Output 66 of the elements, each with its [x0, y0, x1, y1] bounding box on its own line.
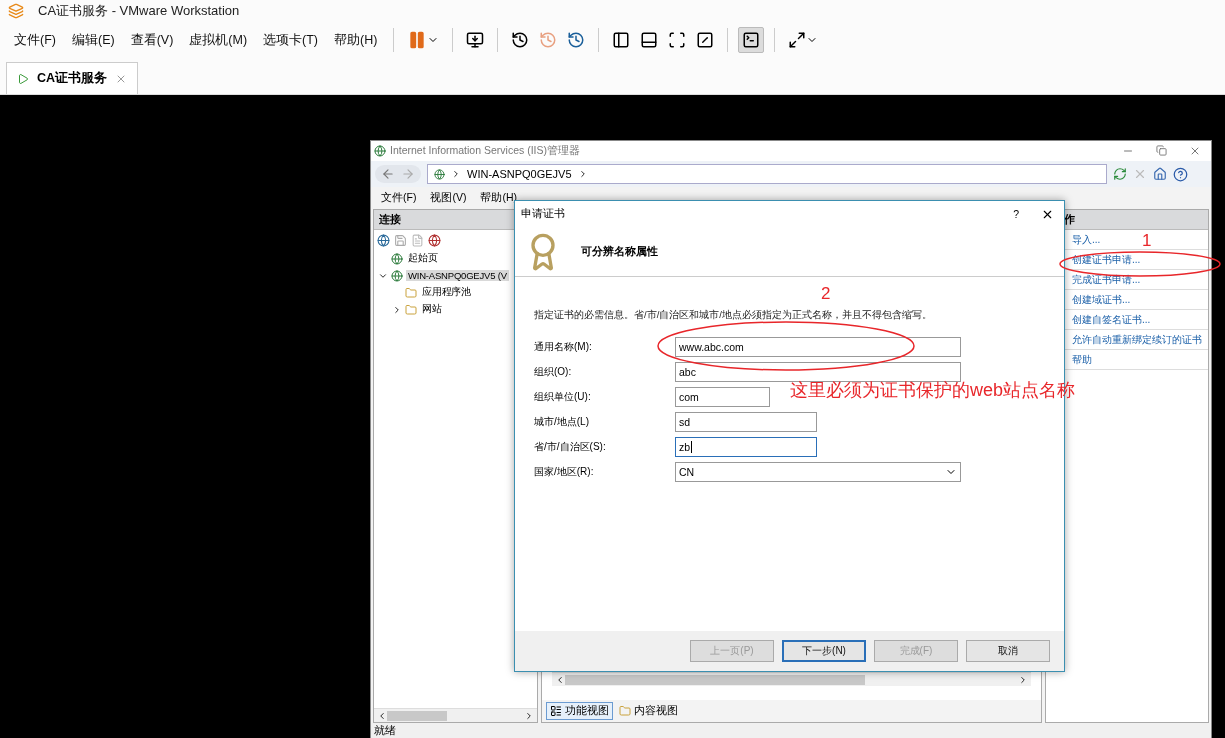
tree-item[interactable]: 起始页	[406, 252, 440, 265]
annotation-number: 1	[1142, 231, 1152, 251]
globe-icon	[391, 269, 403, 282]
menu-item[interactable]: 文件(F)	[8, 31, 62, 49]
input-field[interactable]: abc	[675, 361, 961, 382]
menu-item[interactable]: 虚拟机(M)	[183, 31, 254, 49]
globe-icon	[434, 168, 445, 180]
folder-icon	[405, 286, 417, 299]
restore-icon[interactable]	[1156, 145, 1167, 156]
input-field[interactable]: sd	[675, 411, 817, 432]
field-label: 通用名称(M):	[534, 339, 593, 354]
menu-item[interactable]: 查看(V)	[124, 31, 180, 49]
scroll-right-icon	[1018, 674, 1028, 685]
refresh-icon[interactable]	[1113, 167, 1127, 181]
menu-item[interactable]: 编辑(E)	[65, 31, 121, 49]
folder-icon	[619, 705, 631, 717]
connect-icon[interactable]	[377, 233, 390, 247]
address-bar[interactable]: WIN-ASNPQ0GEJV5	[427, 164, 1107, 184]
field-label: 国家/地区(R):	[534, 464, 595, 479]
folder-icon	[405, 303, 417, 316]
panel-header: 作	[1064, 212, 1075, 227]
menu-item[interactable]: 选项卡(T)	[257, 31, 325, 49]
tree-item[interactable]: 应用程序池	[420, 286, 473, 299]
dialog-button[interactable]: 下一步(N)	[782, 640, 866, 662]
console-view-button[interactable]	[738, 27, 765, 53]
iis-logo-icon	[374, 145, 386, 157]
field-label: 组织(O):	[534, 364, 573, 379]
menu-item[interactable]: 文件(F)	[375, 191, 423, 205]
play-icon	[17, 72, 29, 85]
dialog-title: 申请证书	[521, 207, 565, 221]
dialog-button[interactable]: 取消	[966, 640, 1050, 662]
list-icon	[550, 705, 562, 717]
view-tab[interactable]: 内容视图	[615, 702, 682, 720]
instruction-text: 指定证书的必需信息。省/市/自治区和城市/地点必须指定为正式名称，并且不得包含缩写。	[534, 309, 933, 322]
vm-tab[interactable]: CA证书服务	[6, 62, 139, 94]
window-title: CA证书服务 - VMware Workstation	[38, 2, 240, 20]
input-field[interactable]: zb	[675, 436, 817, 457]
app-logo-icon	[8, 3, 24, 19]
horizontal-scrollbar[interactable]	[552, 672, 1031, 686]
field-label: 省/市/自治区(S):	[534, 439, 607, 454]
country-dropdown[interactable]: CN	[675, 461, 961, 482]
menu-item[interactable]: 帮助(H)	[328, 31, 384, 49]
chevron-right-icon	[451, 169, 461, 179]
scroll-left-icon	[555, 674, 565, 685]
view-tab[interactable]: 功能视图	[546, 702, 613, 720]
window-title: Internet Information Services (IIS)管理器	[390, 144, 580, 158]
tree-item[interactable]: WIN-ASNPQ0GEJV5 (V	[406, 270, 509, 281]
tree-item[interactable]: 网站	[420, 303, 444, 316]
disconnect-icon[interactable]	[428, 233, 441, 247]
panel-header: 连接	[379, 212, 401, 227]
horizontal-scrollbar[interactable]	[374, 708, 537, 722]
menu-item[interactable]: 视图(V)	[424, 191, 473, 205]
annotation-number: 2	[821, 284, 831, 304]
input-field[interactable]: www.abc.com	[675, 336, 961, 357]
expand-arrows-icon	[788, 31, 807, 49]
scroll-left-icon	[377, 710, 387, 721]
help-button[interactable]: ?	[1013, 208, 1019, 220]
input-field[interactable]: com	[675, 386, 770, 407]
scroll-right-icon	[524, 710, 534, 721]
home-icon[interactable]	[1153, 167, 1167, 181]
help-icon[interactable]	[1173, 166, 1188, 182]
field-label: 城市/地点(L)	[534, 414, 590, 429]
dialog-heading: 可分辨名称属性	[581, 244, 658, 259]
globe-icon	[391, 252, 403, 265]
status-text: 就绪	[374, 724, 396, 738]
field-label: 组织单位(U):	[534, 389, 592, 404]
